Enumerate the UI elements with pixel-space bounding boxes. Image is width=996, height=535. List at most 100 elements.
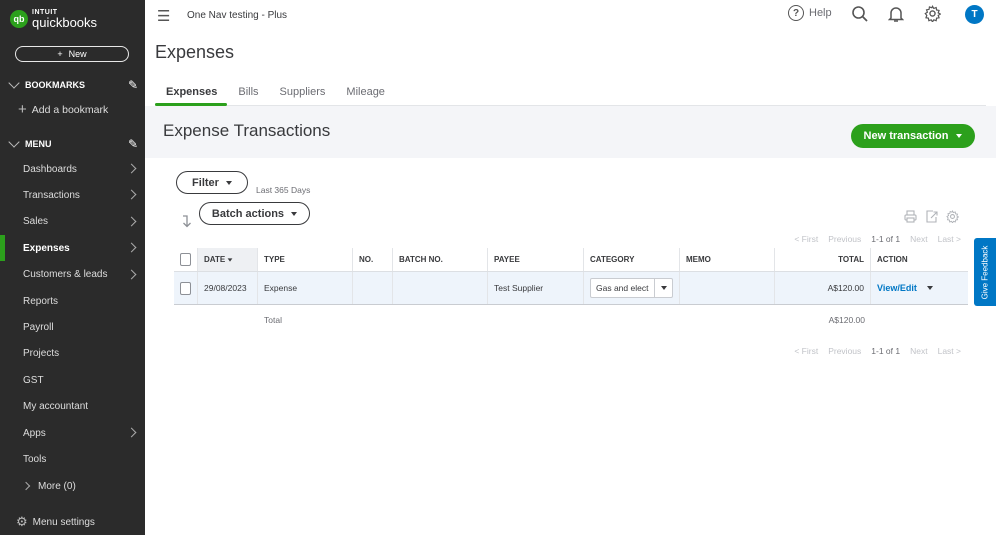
sort-arrow-icon[interactable] bbox=[181, 214, 191, 231]
caret-down-icon[interactable] bbox=[654, 279, 672, 297]
new-button-label: New bbox=[68, 49, 87, 59]
edit-menu-pencil-icon[interactable]: ✎ bbox=[128, 137, 138, 151]
gear-icon: ⚙ bbox=[16, 514, 28, 529]
column-header-batch-no[interactable]: BATCH NO. bbox=[393, 248, 488, 271]
print-icon[interactable] bbox=[904, 210, 917, 226]
section-banner: Expense Transactions New transaction bbox=[145, 106, 996, 158]
sidebar-item-apps[interactable]: Apps bbox=[0, 420, 145, 446]
row-total: A$120.00 bbox=[775, 272, 871, 304]
caret-down-icon bbox=[225, 180, 232, 185]
user-avatar[interactable]: T bbox=[965, 5, 984, 24]
sidebar-item-my-accountant[interactable]: My accountant bbox=[0, 394, 145, 420]
sidebar-item-projects[interactable]: Projects bbox=[0, 341, 145, 367]
sidebar-item-label: Payroll bbox=[23, 321, 54, 333]
sidebar-item-gst[interactable]: GST bbox=[0, 367, 145, 393]
sidebar-item-label: Transactions bbox=[23, 189, 80, 201]
filter-label: Filter bbox=[192, 176, 219, 189]
chevron-right-icon bbox=[126, 427, 137, 438]
edit-bookmarks-pencil-icon[interactable]: ✎ bbox=[128, 78, 138, 92]
caret-down-icon bbox=[956, 134, 963, 138]
select-all-cell bbox=[174, 248, 198, 271]
sidebar-item-tools[interactable]: Tools bbox=[0, 446, 145, 472]
give-feedback-button[interactable]: Give Feedback bbox=[974, 238, 996, 306]
chevron-down-icon bbox=[8, 77, 20, 89]
sidebar-item-label: Reports bbox=[23, 295, 59, 307]
pager-bottom: < First Previous 1-1 of 1 Next Last > bbox=[794, 346, 961, 356]
table-total-row: Total A$120.00 bbox=[174, 305, 968, 335]
pager-next[interactable]: Next bbox=[910, 234, 927, 244]
pager-first[interactable]: < First bbox=[794, 234, 818, 244]
total-value: A$120.00 bbox=[828, 315, 865, 325]
new-transaction-button[interactable]: New transaction bbox=[851, 124, 975, 148]
page-tabs: Expenses Bills Suppliers Mileage bbox=[155, 80, 986, 106]
tab-expenses[interactable]: Expenses bbox=[155, 80, 228, 106]
column-header-type[interactable]: TYPE bbox=[258, 248, 353, 271]
new-transaction-label: New transaction bbox=[863, 130, 949, 142]
batch-actions-label: Batch actions bbox=[211, 207, 285, 220]
sidebar-item-reports[interactable]: Reports bbox=[0, 288, 145, 314]
caret-down-icon bbox=[291, 211, 298, 216]
batch-actions-button[interactable]: Batch actions bbox=[199, 202, 310, 225]
help-label: Help bbox=[809, 7, 832, 19]
column-header-date[interactable]: DATE bbox=[198, 248, 258, 271]
view-edit-link[interactable]: View/Edit bbox=[877, 283, 917, 293]
new-button[interactable]: + New bbox=[15, 46, 129, 62]
column-header-memo[interactable]: MEMO bbox=[680, 248, 775, 271]
sidebar-item-dashboards[interactable]: Dashboards bbox=[0, 156, 145, 182]
pager-last[interactable]: Last > bbox=[938, 346, 961, 356]
menu-settings-label: Menu settings bbox=[32, 516, 95, 528]
filter-button[interactable]: Filter bbox=[176, 171, 248, 194]
sidebar-item-expenses[interactable]: Expenses bbox=[0, 235, 145, 262]
pager-next[interactable]: Next bbox=[910, 346, 927, 356]
category-select[interactable]: Gas and elect bbox=[590, 278, 673, 298]
row-checkbox[interactable] bbox=[180, 281, 191, 295]
add-bookmark-link[interactable]: + Add a bookmark bbox=[18, 102, 108, 117]
pager-range: 1-1 of 1 bbox=[871, 346, 901, 356]
export-icon[interactable] bbox=[925, 210, 938, 226]
select-all-checkbox[interactable] bbox=[180, 253, 191, 266]
sidebar-item-label: Expenses bbox=[23, 242, 70, 254]
row-memo bbox=[680, 272, 775, 304]
tab-mileage[interactable]: Mileage bbox=[335, 80, 395, 105]
sidebar-item-customers-leads[interactable]: Customers & leads bbox=[0, 262, 145, 288]
table-settings-gear-icon[interactable] bbox=[946, 209, 960, 226]
action-menu-caret-icon[interactable] bbox=[926, 286, 933, 290]
pager-previous[interactable]: Previous bbox=[828, 346, 861, 356]
chevron-right-icon bbox=[126, 163, 137, 174]
search-icon[interactable] bbox=[851, 5, 869, 28]
bookmarks-header[interactable]: BOOKMARKS ✎ bbox=[8, 77, 138, 92]
notifications-bell-icon[interactable] bbox=[887, 5, 905, 28]
sidebar-item-sales[interactable]: Sales bbox=[0, 209, 145, 235]
column-header-payee[interactable]: PAYEE bbox=[488, 248, 584, 271]
column-header-total[interactable]: TOTAL bbox=[775, 248, 871, 271]
pager-first[interactable]: < First bbox=[794, 346, 818, 356]
table-header-row: DATE TYPE NO. BATCH NO. PAYEE CATEGORY M… bbox=[174, 248, 968, 272]
row-batch-no bbox=[393, 272, 488, 304]
tab-suppliers[interactable]: Suppliers bbox=[269, 80, 336, 105]
pager-last[interactable]: Last > bbox=[938, 234, 961, 244]
menu-header[interactable]: MENU ✎ bbox=[8, 136, 138, 151]
settings-gear-icon[interactable] bbox=[924, 4, 942, 27]
sidebar-item-label: My accountant bbox=[23, 401, 89, 413]
sidebar-item-transactions[interactable]: Transactions bbox=[0, 182, 145, 208]
pager-previous[interactable]: Previous bbox=[828, 234, 861, 244]
quickbooks-logo[interactable]: qb INTUIT quickbooks bbox=[10, 9, 97, 29]
tab-bills[interactable]: Bills bbox=[227, 80, 268, 105]
column-header-no[interactable]: NO. bbox=[353, 248, 393, 271]
collapse-menu-icon[interactable]: ☰ bbox=[157, 7, 170, 25]
chevron-right-icon bbox=[21, 481, 31, 491]
sidebar-item-label: GST bbox=[23, 374, 44, 386]
chevron-right-icon bbox=[126, 242, 137, 253]
table-tools bbox=[904, 209, 960, 226]
chevron-right-icon bbox=[126, 189, 137, 200]
table-row[interactable]: 29/08/2023 Expense Test Supplier Gas and… bbox=[174, 272, 968, 305]
sort-desc-icon bbox=[228, 257, 233, 262]
sidebar-item-more[interactable]: More (0) bbox=[0, 473, 145, 499]
menu-title: MENU bbox=[25, 139, 52, 149]
logo-brand-name: quickbooks bbox=[32, 15, 98, 30]
menu-settings-link[interactable]: ⚙ Menu settings bbox=[16, 514, 95, 530]
sidebar-item-payroll[interactable]: Payroll bbox=[0, 314, 145, 340]
help-button[interactable]: ? Help bbox=[788, 5, 832, 21]
column-header-category[interactable]: CATEGORY bbox=[584, 248, 680, 271]
section-title: Expense Transactions bbox=[163, 121, 331, 140]
